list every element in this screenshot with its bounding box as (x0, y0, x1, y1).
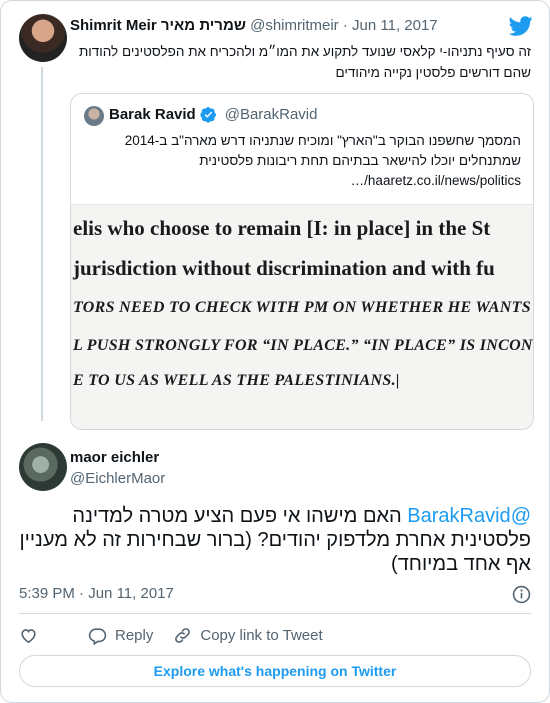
parent-tweet-text: זה סעיף נתניהו-י קלאסי שנועד לתקוע את המ… (78, 44, 531, 80)
doc-line: E TO US AS WELL AS THE PALESTINIANS.| (73, 372, 400, 389)
quoted-avatar (84, 106, 104, 126)
parent-date[interactable]: Jun 11, 2017 (352, 17, 438, 34)
heart-icon (21, 628, 36, 643)
main-display-name[interactable]: maor eichler (70, 449, 159, 466)
main-avatar[interactable] (19, 443, 67, 491)
quoted-tweet-text: המסמך שחשפנו הבוקר ב"הארץ" ומוכיח שנתניה… (83, 131, 521, 191)
mention-link[interactable]: @BarakRavid (407, 505, 531, 527)
parent-display-name[interactable]: Shimrit Meir שמרית מאיר (70, 17, 246, 34)
document-image[interactable]: elis who choose to remain [I: in place] … (71, 204, 534, 429)
link-icon (175, 627, 191, 643)
info-icon[interactable] (512, 585, 531, 604)
tweet-time[interactable]: 5:39 PM (19, 585, 75, 602)
quoted-handle: @BarakRavid (224, 106, 318, 123)
quoted-text-body: המסמך שחשפנו הבוקר ב"הארץ" ומוכיח שנתניה… (124, 133, 521, 168)
copy-link-label: Copy link to Tweet (200, 626, 323, 644)
quoted-header: Barak Ravid @BarakRavid (109, 106, 317, 123)
parent-handle[interactable]: @shimritmeir (250, 17, 339, 34)
reply-button[interactable]: Reply (88, 626, 153, 645)
quoted-tweet[interactable]: Barak Ravid @BarakRavid המסמך שחשפנו הבו… (70, 93, 534, 430)
explore-button[interactable]: Explore what's happening on Twitter (19, 655, 531, 687)
reply-label: Reply (115, 626, 154, 644)
doc-line: elis who choose to remain [I: in place] … (73, 216, 491, 240)
reply-icon (88, 627, 107, 645)
timestamp[interactable]: 5:39 PM · Jun 11, 2017 (19, 585, 174, 602)
doc-line: TORS NEED TO CHECK WITH PM ON WHETHER HE… (73, 299, 534, 316)
divider (19, 613, 531, 614)
quoted-display-name: Barak Ravid (109, 106, 196, 123)
tweet-embed-card: Shimrit Meir שמרית מאיר @shimritmeir · J… (0, 0, 550, 703)
parent-avatar[interactable] (19, 14, 67, 62)
like-button[interactable] (19, 626, 68, 645)
verified-badge-icon (200, 107, 216, 123)
doc-line: jurisdiction without discrimination and … (73, 256, 495, 280)
main-handle[interactable]: @EichlerMaor (70, 470, 165, 487)
action-bar: Reply Copy link to Tweet (19, 625, 343, 645)
thread-connector-line (41, 67, 43, 421)
tweet-date[interactable]: Jun 11, 2017 (88, 585, 174, 602)
twitter-bird-icon[interactable] (509, 14, 533, 38)
main-tweet-text: @BarakRavid האם מישהו אי פעם הציע מטרה ל… (19, 504, 531, 576)
quoted-link[interactable]: haaretz.co.il/news/politics/… (83, 171, 521, 191)
copy-link-button[interactable]: Copy link to Tweet (173, 626, 323, 645)
doc-line: L PUSH STRONGLY FOR “IN PLACE.” “IN PLAC… (73, 337, 534, 354)
parent-header: Shimrit Meir שמרית מאיר @shimritmeir · J… (70, 17, 438, 34)
